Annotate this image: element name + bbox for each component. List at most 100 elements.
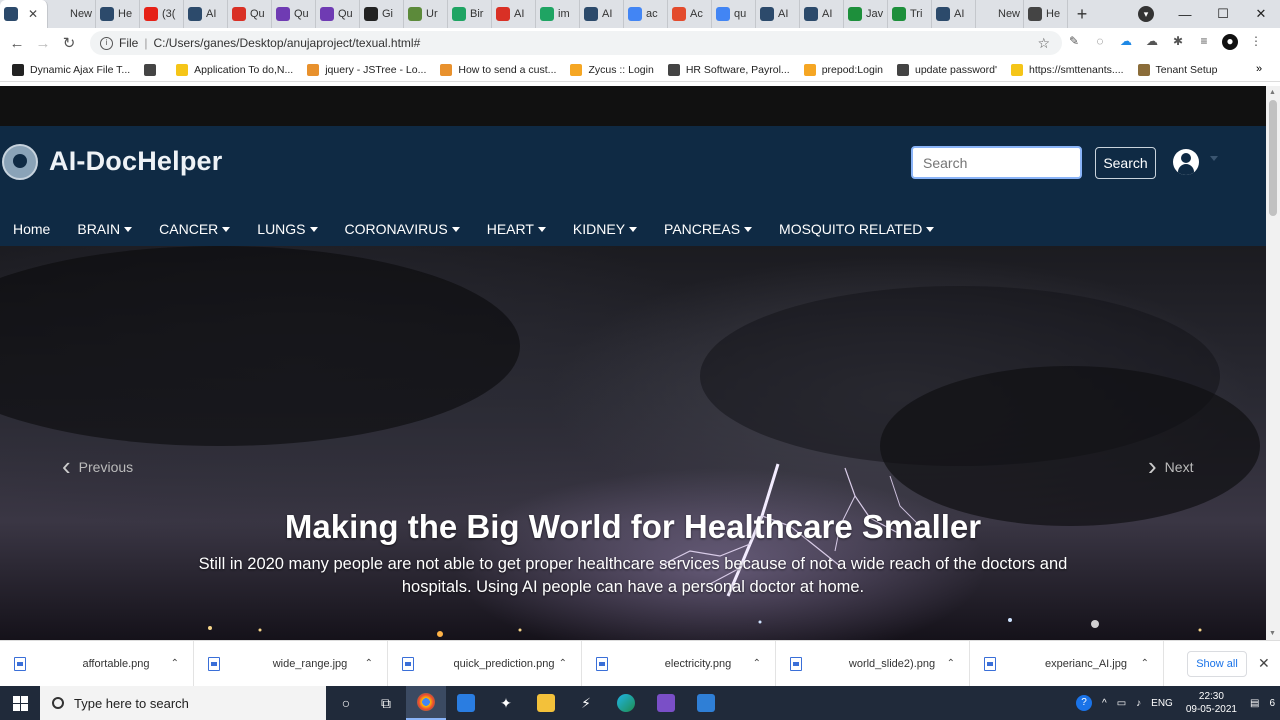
nav-item-lungs[interactable]: LUNGS (257, 221, 318, 237)
clock[interactable]: 22:30 09-05-2021 (1186, 690, 1237, 716)
carousel-prev-button[interactable]: ‹ Previous (62, 451, 133, 482)
browser-tab[interactable]: Gi (360, 0, 404, 28)
download-item[interactable]: affortable.png ⌃ (0, 640, 194, 687)
nav-item-home[interactable]: Home (13, 221, 50, 237)
scroll-up-icon[interactable]: ▲ (1269, 89, 1276, 96)
reload-icon[interactable]: ↻ (56, 34, 82, 52)
download-item[interactable]: wide_range.jpg ⌃ (194, 640, 388, 687)
chrome-icon[interactable] (406, 686, 446, 720)
edge-icon[interactable] (606, 686, 646, 720)
download-options-icon[interactable]: ⌃ (753, 658, 761, 669)
bookmark-item[interactable]: https://smttenants.... (1010, 63, 1124, 76)
browser-tab[interactable]: Qu (228, 0, 272, 28)
nav-item-cancer[interactable]: CANCER (159, 221, 231, 237)
network-app-icon[interactable]: ✦ (486, 686, 526, 720)
browser-tab[interactable]: (3( (140, 0, 184, 28)
browser-tab[interactable]: AI (492, 0, 536, 28)
volume-icon[interactable]: ♪ (1136, 698, 1141, 709)
bookmark-item[interactable]: HR Software, Payrol... (667, 63, 790, 76)
nav-item-mosquito-related[interactable]: MOSQUITO RELATED (779, 221, 935, 237)
git-app-icon[interactable]: ⚡ (566, 686, 606, 720)
eyedropper-icon[interactable]: ✎ (1066, 34, 1082, 50)
maximize-button[interactable]: ☐ (1204, 6, 1242, 22)
browser-tab[interactable]: Qu (316, 0, 360, 28)
nav-item-coronavirus[interactable]: CORONAVIRUS (345, 221, 460, 237)
download-options-icon[interactable]: ⌃ (559, 658, 567, 669)
logo-icon[interactable] (2, 144, 38, 180)
browser-tab[interactable]: Bir (448, 0, 492, 28)
carousel-next-button[interactable]: › Next (1148, 451, 1193, 482)
extension-cloud-blue-icon[interactable]: ☁ (1118, 34, 1134, 50)
bookmark-item[interactable]: How to send a cust... (440, 63, 556, 76)
url-text[interactable]: C:/Users/ganes/Desktop/anujaproject/texu… (153, 36, 420, 50)
start-button[interactable] (0, 686, 40, 720)
scrollbar-thumb[interactable] (1269, 100, 1277, 216)
help-icon[interactable]: ? (1076, 695, 1092, 711)
browser-tab[interactable]: Jav (844, 0, 888, 28)
browser-tab[interactable]: Ur (404, 0, 448, 28)
puzzle-icon[interactable]: ✱ (1170, 34, 1186, 50)
bookmark-item[interactable]: Zycus :: Login (570, 63, 654, 76)
browser-tab[interactable]: He (96, 0, 140, 28)
bookmark-item[interactable]: Tenant Setup (1137, 63, 1217, 76)
mail-icon[interactable] (446, 686, 486, 720)
new-tab-button[interactable]: + (1068, 4, 1096, 25)
download-item[interactable]: world_slide2).png ⌃ (776, 640, 970, 687)
download-item[interactable]: quick_prediction.png ⌃ (388, 640, 582, 687)
nav-item-brain[interactable]: BRAIN (77, 221, 133, 237)
browser-tab[interactable]: AI (800, 0, 844, 28)
vertical-scrollbar[interactable]: ▲ ▼ (1266, 86, 1280, 640)
nav-item-kidney[interactable]: KIDNEY (573, 221, 638, 237)
file-explorer-icon[interactable] (526, 686, 566, 720)
bookmark-item[interactable]: prepod:Login (803, 63, 883, 76)
close-downloads-icon[interactable]: ✕ (1258, 655, 1270, 672)
bookmark-item[interactable] (144, 63, 162, 76)
browser-tab[interactable]: New Ta (976, 0, 1024, 28)
browser-tab[interactable]: AI (184, 0, 228, 28)
show-all-downloads-button[interactable]: Show all (1187, 651, 1247, 677)
taskbar-search[interactable]: Type here to search (40, 686, 326, 720)
browser-tab[interactable]: im (536, 0, 580, 28)
bookmark-item[interactable]: update password' (897, 63, 997, 76)
nav-item-pancreas[interactable]: PANCREAS (664, 221, 753, 237)
extension-circle-icon[interactable]: ◌ (1092, 34, 1108, 50)
download-options-icon[interactable]: ⌃ (171, 658, 179, 669)
bookmarks-more-icon[interactable]: » (1256, 63, 1268, 75)
address-bar[interactable]: i File | C:/Users/ganes/Desktop/anujapro… (90, 31, 1062, 55)
bookmark-item[interactable]: Application To do,N... (176, 63, 293, 76)
browser-tab[interactable]: AI (756, 0, 800, 28)
download-item[interactable]: electricity.png ⌃ (582, 640, 776, 687)
bookmark-star-icon[interactable]: ☆ (1037, 35, 1050, 52)
visual-studio-icon[interactable] (646, 686, 686, 720)
browser-tab[interactable]: AI (932, 0, 976, 28)
task-view-icon[interactable]: ⧉ (366, 686, 406, 720)
browser-tab[interactable]: ac (624, 0, 668, 28)
browser-tab[interactable]: Ac (668, 0, 712, 28)
download-options-icon[interactable]: ⌃ (947, 658, 955, 669)
nav-item-heart[interactable]: HEART (487, 221, 546, 237)
browser-tab[interactable]: qu (712, 0, 756, 28)
search-input[interactable] (911, 146, 1082, 179)
cortana-icon[interactable]: ○ (326, 686, 366, 720)
download-options-icon[interactable]: ⌃ (365, 658, 373, 669)
browser-tab[interactable]: AI (580, 0, 624, 28)
notifications-icon[interactable]: ▤ (1250, 698, 1259, 709)
tab-search-icon[interactable]: ▾ (1138, 6, 1154, 22)
browser-tab[interactable]: Qu (272, 0, 316, 28)
bookmark-item[interactable]: jquery - JSTree - Lo... (307, 63, 426, 76)
cloud-icon[interactable]: ☁ (1144, 34, 1160, 50)
info-icon[interactable]: i (100, 36, 113, 50)
scroll-down-icon[interactable]: ▼ (1269, 630, 1276, 637)
browser-tab[interactable]: ✕ (0, 0, 48, 28)
search-button[interactable]: Search (1095, 147, 1156, 179)
profile-icon[interactable]: ● (1222, 34, 1238, 50)
menu-icon[interactable]: ⋮ (1248, 34, 1264, 50)
browser-tab[interactable]: He (1024, 0, 1068, 28)
brand-name[interactable]: AI-DocHelper (49, 146, 222, 177)
avatar-dropdown-caret-icon[interactable] (1210, 156, 1218, 161)
forward-icon[interactable]: → (30, 35, 56, 52)
tab-close-icon[interactable]: ✕ (28, 7, 38, 21)
back-icon[interactable]: ← (4, 35, 30, 52)
language-indicator[interactable]: ENG (1151, 698, 1173, 709)
browser-tab[interactable]: New Ta (48, 0, 96, 28)
